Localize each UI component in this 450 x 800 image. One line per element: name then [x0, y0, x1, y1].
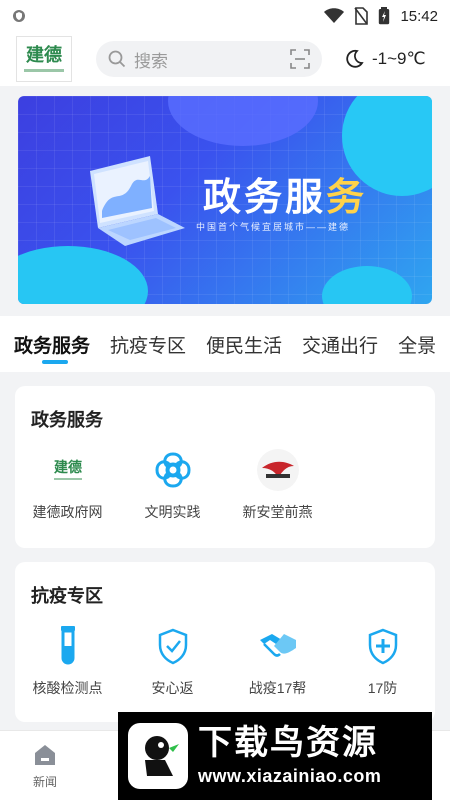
clock: 15:42	[400, 7, 438, 25]
tab-traffic[interactable]: 交通出行	[302, 316, 378, 372]
search-bar[interactable]: 搜索	[96, 41, 322, 77]
nav-news-label: 新闻	[32, 775, 57, 789]
no-sim-icon	[354, 7, 369, 25]
handshake-icon	[256, 624, 300, 668]
service-label: 17防	[367, 680, 398, 696]
top-bar: 建德 搜索 -1~9℃	[0, 32, 450, 86]
svg-text:建德: 建德	[54, 459, 82, 476]
laptop-illustration	[90, 156, 185, 246]
news-icon	[35, 745, 55, 765]
service-label: 战疫17帮	[248, 680, 307, 696]
watermark-overlay: 下载鸟资源 www.xiazainiao.com	[118, 712, 432, 800]
service-item[interactable]: 建德 建德政府网	[15, 448, 120, 522]
epidemic-card: 抗疫专区 核酸检测点 安心返 战疫17帮 17防	[15, 562, 435, 722]
status-bar: 15:42	[0, 0, 450, 32]
service-label: 新安堂前燕	[242, 504, 313, 520]
shield-status-icon	[13, 10, 25, 22]
service-item[interactable]: 战疫17帮	[225, 624, 330, 698]
swallow-logo-icon	[256, 448, 300, 492]
test-tube-icon	[46, 624, 90, 668]
promo-banner[interactable]: 政务服务 中国首个气候宜居城市——建德	[18, 96, 432, 304]
app-logo[interactable]: 建德	[16, 36, 72, 82]
tab-life[interactable]: 便民生活	[206, 316, 282, 372]
tab-panorama[interactable]: 全景	[398, 316, 436, 372]
jiande-logo-icon: 建德	[46, 448, 90, 492]
service-item[interactable]: 文明实践	[120, 448, 225, 522]
shield-plus-icon	[361, 624, 405, 668]
weather[interactable]: -1~9℃	[344, 49, 426, 69]
search-icon	[108, 50, 126, 68]
flower-icon	[151, 448, 195, 492]
bird-logo-icon	[128, 723, 188, 789]
section-title: 抗疫专区	[31, 586, 103, 606]
watermark-url: www.xiazainiao.com	[198, 766, 382, 787]
banner-title-part1: 政务服	[203, 175, 327, 219]
banner-title: 政务服务	[203, 166, 367, 221]
search-placeholder: 搜索	[134, 51, 168, 71]
logo-text: 建德	[26, 44, 62, 66]
tab-epidemic[interactable]: 抗疫专区	[110, 316, 186, 372]
wifi-icon	[324, 8, 345, 23]
scan-icon[interactable]	[290, 49, 310, 69]
tab-gov-services[interactable]: 政务服务	[14, 316, 90, 372]
banner-subtitle: 中国首个气候宜居城市——建德	[196, 222, 351, 232]
battery-icon	[379, 7, 390, 25]
banner-title-part2: 务	[326, 175, 368, 219]
service-item[interactable]: 核酸检测点	[15, 624, 120, 698]
service-item[interactable]: 安心返	[120, 624, 225, 698]
service-label: 建德政府网	[32, 504, 103, 520]
category-tabs: 政务服务 抗疫专区 便民生活 交通出行 全景	[0, 316, 450, 372]
weather-temp: -1~9℃	[372, 49, 426, 68]
service-label: 安心返	[151, 680, 194, 696]
service-item[interactable]: 新安堂前燕	[225, 448, 330, 522]
service-item[interactable]: 17防	[330, 624, 435, 698]
shield-check-icon	[151, 624, 195, 668]
logo-underline	[24, 68, 64, 72]
nav-news[interactable]: 新闻	[20, 743, 70, 790]
watermark-title: 下载鸟资源	[198, 723, 378, 762]
service-label: 文明实践	[144, 504, 201, 520]
section-title: 政务服务	[31, 410, 103, 430]
service-label: 核酸检测点	[32, 680, 103, 696]
moon-icon	[346, 49, 364, 68]
gov-services-card: 政务服务 建德 建德政府网 文明实践 新安堂前燕	[15, 386, 435, 548]
